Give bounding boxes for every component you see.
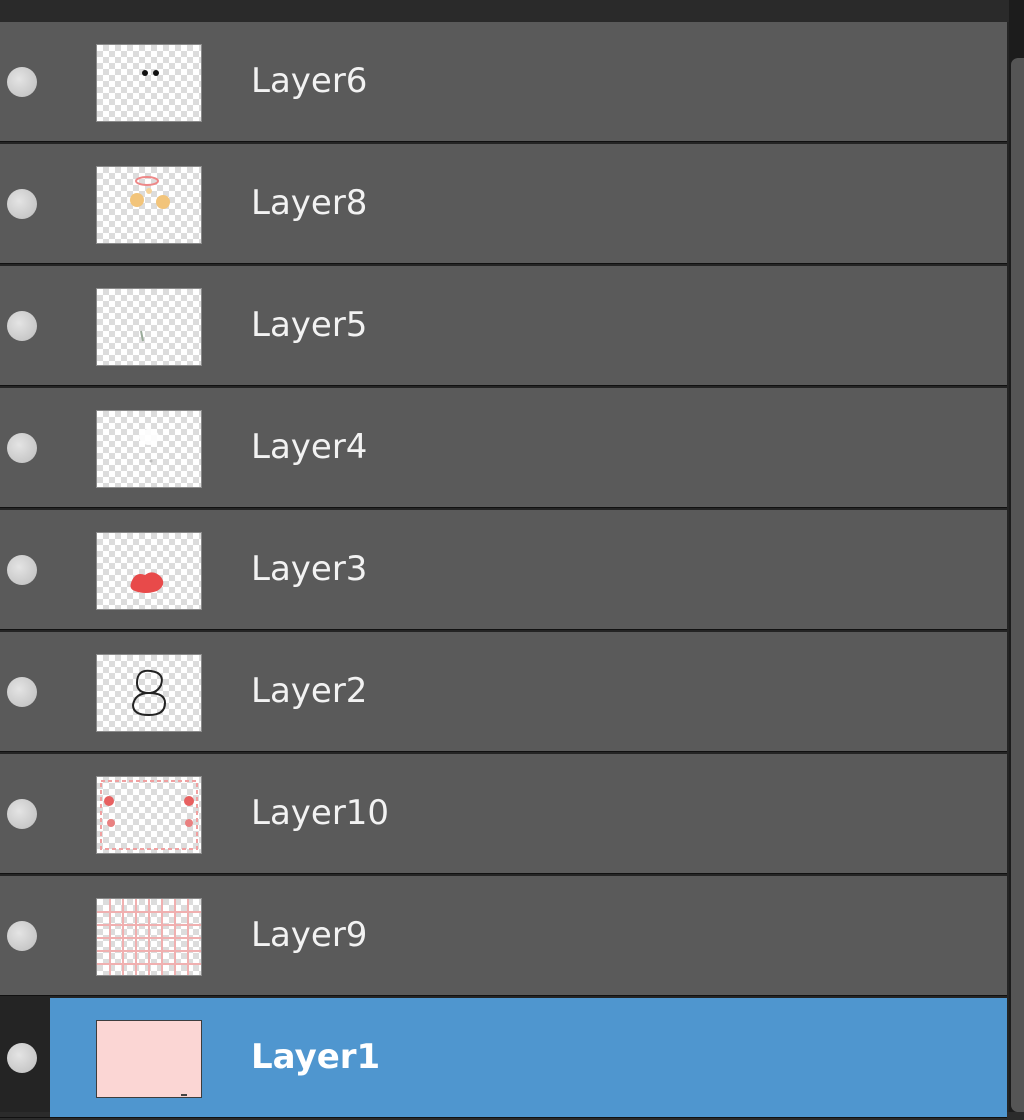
layers-panel: Layer6 Layer8 Layer5 Layer4 Layer3 Layer… [0,0,1024,1118]
visibility-toggle-icon[interactable] [7,677,37,707]
layer-row-layer2[interactable]: Layer2 [0,632,1007,752]
layer-thumbnail [96,776,202,854]
layer-row-layer4[interactable]: Layer4 [0,388,1007,508]
layer-name: Layer10 [251,793,390,833]
layer-row-layer9[interactable]: Layer9 [0,876,1007,996]
layer-name: Layer3 [251,549,368,589]
layer-row-layer10[interactable]: Layer10 [0,754,1007,874]
layer-thumbnail [96,654,202,732]
layer-thumbnail [96,1020,202,1098]
layer-row-layer6[interactable]: Layer6 [0,22,1007,142]
layer-thumbnail [96,166,202,244]
layer-name: Layer9 [251,915,368,955]
layer-row-layer1[interactable]: Layer1 [0,998,1007,1118]
layer-row-layer5[interactable]: Layer5 [0,266,1007,386]
layer-thumbnail [96,288,202,366]
visibility-toggle-icon[interactable] [7,311,37,341]
visibility-toggle-icon[interactable] [7,67,37,97]
visibility-toggle-icon[interactable] [7,433,37,463]
visibility-toggle-icon[interactable] [7,189,37,219]
layer-thumbnail [96,44,202,122]
visibility-toggle-icon[interactable] [7,921,37,951]
layer-name: Layer8 [251,183,368,223]
layer-name: Layer4 [251,427,368,467]
layer-thumbnail [96,410,202,488]
layer-list: Layer6 Layer8 Layer5 Layer4 Layer3 Layer… [0,22,1007,1120]
layer-row-layer3[interactable]: Layer3 [0,510,1007,630]
visibility-toggle-icon[interactable] [7,799,37,829]
visibility-toggle-icon[interactable] [7,555,37,585]
layer-name: Layer5 [251,305,368,345]
layer-thumbnail [96,898,202,976]
visibility-toggle-icon[interactable] [7,1043,37,1073]
layer-name: Layer6 [251,61,368,101]
layer-row-layer8[interactable]: Layer8 [0,144,1007,264]
scrollbar-thumb[interactable] [1011,58,1024,1112]
layer-name: Layer1 [251,1037,381,1077]
panel-top-bar [0,0,1024,22]
layer-name: Layer2 [251,671,368,711]
layer-thumbnail [96,532,202,610]
